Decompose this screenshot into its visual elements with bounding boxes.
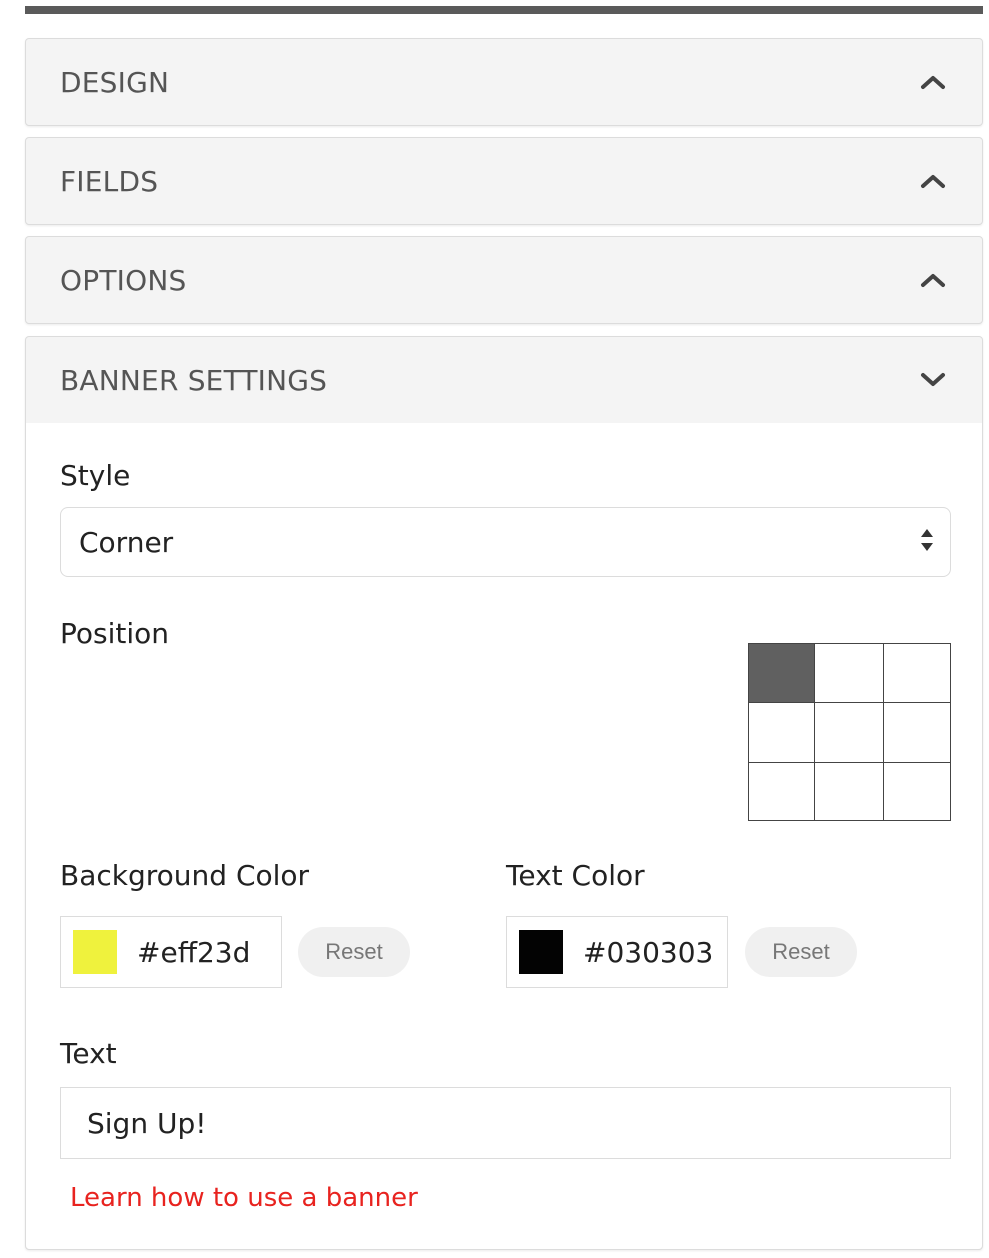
style-select-value: Corner xyxy=(79,525,174,559)
position-label: Position xyxy=(60,617,170,650)
text-label: Text xyxy=(60,1037,117,1070)
text-color-swatch[interactable] xyxy=(519,930,563,974)
panel-design-title: DESIGN xyxy=(60,65,170,99)
background-color-swatch[interactable] xyxy=(73,930,117,974)
banner-settings-body: Style Corner Position Background Color T… xyxy=(26,423,982,1249)
position-cell-top-right[interactable] xyxy=(884,644,950,703)
chevron-down-icon[interactable] xyxy=(918,365,948,395)
panel-banner-header[interactable]: BANNER SETTINGS xyxy=(26,337,982,423)
panel-options-title: OPTIONS xyxy=(60,263,187,297)
position-cell-bottom-center[interactable] xyxy=(815,763,884,820)
panel-banner-title: BANNER SETTINGS xyxy=(60,363,328,397)
background-color-picker[interactable]: #eff23d xyxy=(60,916,282,988)
learn-banner-link[interactable]: Learn how to use a banner xyxy=(70,1183,418,1213)
select-arrows-icon xyxy=(920,527,934,557)
text-color-picker[interactable]: #030303 xyxy=(506,916,728,988)
background-color-value: #eff23d xyxy=(137,935,251,969)
panel-design: DESIGN xyxy=(25,38,983,126)
position-cell-bottom-right[interactable] xyxy=(884,763,950,820)
chevron-up-icon[interactable] xyxy=(918,166,948,196)
position-cell-middle-center[interactable] xyxy=(815,703,884,763)
background-color-label: Background Color xyxy=(60,859,310,892)
panel-design-header[interactable]: DESIGN xyxy=(26,39,982,125)
panel-options: OPTIONS xyxy=(25,236,983,324)
top-divider-bar xyxy=(25,6,983,14)
position-cell-middle-left[interactable] xyxy=(749,703,815,763)
panel-fields-title: FIELDS xyxy=(60,164,159,198)
banner-text-input[interactable]: Sign Up! xyxy=(60,1087,951,1159)
background-color-reset-button[interactable]: Reset xyxy=(298,927,410,977)
panel-fields-header[interactable]: FIELDS xyxy=(26,138,982,224)
style-label: Style xyxy=(60,459,131,492)
chevron-up-icon[interactable] xyxy=(918,265,948,295)
text-color-reset-button[interactable]: Reset xyxy=(745,927,857,977)
text-color-value: #030303 xyxy=(583,935,714,969)
panel-options-header[interactable]: OPTIONS xyxy=(26,237,982,323)
chevron-up-icon[interactable] xyxy=(918,67,948,97)
style-select[interactable]: Corner xyxy=(60,507,951,577)
position-cell-middle-right[interactable] xyxy=(884,703,950,763)
position-grid xyxy=(748,643,951,821)
position-cell-top-left[interactable] xyxy=(749,644,815,703)
position-cell-bottom-left[interactable] xyxy=(749,763,815,820)
position-cell-top-center[interactable] xyxy=(815,644,884,703)
panel-fields: FIELDS xyxy=(25,137,983,225)
panel-banner-settings: BANNER SETTINGS Style Corner Position Ba… xyxy=(25,336,983,1250)
text-color-label: Text Color xyxy=(506,859,645,892)
